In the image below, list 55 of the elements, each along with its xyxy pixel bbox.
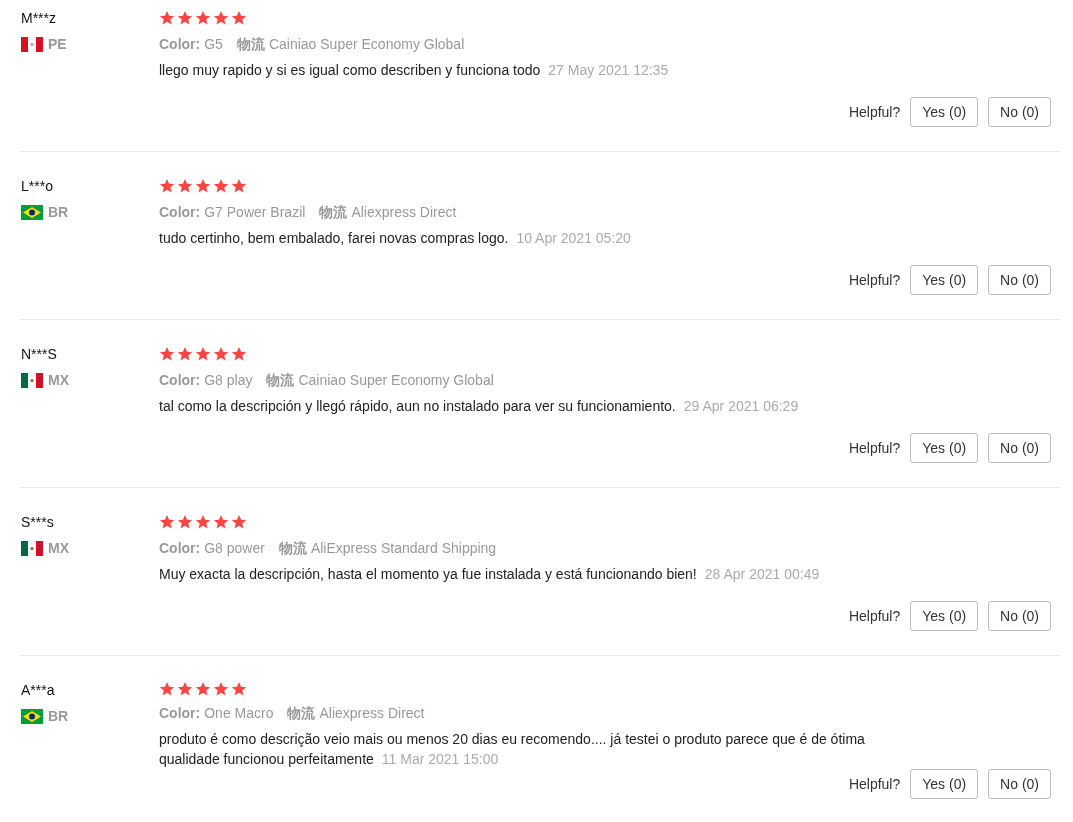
helpful-label: Helpful?: [848, 608, 901, 624]
shipping-method: Cainiao Super Economy Global: [268, 35, 465, 54]
color-value: G5: [204, 35, 223, 54]
yes-button[interactable]: Yes (0): [910, 265, 979, 295]
color-value: G8 power: [204, 539, 265, 558]
yes-button[interactable]: Yes (0): [910, 601, 979, 631]
reviewer-name: N***S: [21, 345, 58, 364]
review-text: Muy exacta la descripción, hasta el momento ya fue instalada y está funcionando bien! 28 Apr 2021 00:49: [159, 565, 820, 584]
shipping-label: 物流: [278, 539, 307, 558]
yes-button[interactable]: Yes (0): [910, 433, 979, 463]
country-code: MX: [48, 540, 69, 556]
color-label: Color:: [159, 203, 201, 222]
flag-icon: [21, 540, 43, 556]
color-label: Color:: [159, 539, 201, 558]
shipping-method: Aliexpress Direct: [319, 704, 425, 723]
helpful-label: Helpful?: [848, 272, 901, 288]
no-button[interactable]: No (0): [988, 601, 1051, 631]
country-code: BR: [48, 708, 69, 724]
shipping-label: 物流: [236, 35, 265, 54]
yes-button[interactable]: Yes (0): [910, 97, 979, 127]
review-text: tal como la descripción y llegó rápido, aun no instalado para ver su funcionamiento. 29 Apr 2021 06:29: [159, 397, 799, 416]
shipping-label: 物流: [319, 203, 348, 222]
color-label: Color:: [159, 704, 201, 723]
country-code: MX: [48, 372, 69, 388]
no-button[interactable]: No (0): [988, 265, 1051, 295]
review-text: llego muy rapido y si es igual como describen y funciona todo 27 May 2021 12:35: [159, 61, 669, 80]
no-button[interactable]: No (0): [988, 769, 1051, 799]
color-value: One Macro: [204, 704, 274, 723]
reviewer-name: A***a: [21, 681, 56, 700]
color-value: G7 Power Brazil: [204, 203, 306, 222]
no-button[interactable]: No (0): [988, 433, 1051, 463]
shipping-method: Cainiao Super Economy Global: [298, 371, 494, 390]
country-code: BR: [48, 204, 69, 220]
yes-button[interactable]: Yes (0): [910, 769, 979, 799]
reviewer-name: M***z: [21, 9, 57, 28]
reviewer-name: S***s: [21, 513, 55, 532]
review-text: produto é como descrição veio mais ou menos 20 dias eu recomendo.... já testei o produto parece que é de ótima qualidade funcionou perfeitamente 11 Mar 2021 15:00: [159, 730, 866, 769]
color-label: Color:: [159, 35, 201, 54]
color-label: Color:: [159, 371, 201, 390]
color-value: G8 play: [204, 371, 253, 390]
no-button[interactable]: No (0): [988, 97, 1051, 127]
helpful-label: Helpful?: [848, 440, 901, 456]
shipping-method: Aliexpress Direct: [351, 203, 457, 222]
review-text: tudo certinho, bem embalado, farei novas compras logo. 10 Apr 2021 05:20: [159, 229, 631, 248]
flag-icon: [21, 36, 43, 52]
shipping-label: 物流: [287, 704, 316, 723]
shipping-label: 物流: [266, 371, 295, 390]
shipping-method: AliExpress Standard Shipping: [310, 539, 497, 558]
reviewer-name: L***o: [21, 177, 54, 196]
helpful-label: Helpful?: [848, 776, 901, 792]
country-code: PE: [48, 36, 67, 52]
helpful-label: Helpful?: [848, 104, 901, 120]
flag-icon: [21, 708, 43, 724]
flag-icon: [21, 204, 43, 220]
flag-icon: [21, 372, 43, 388]
